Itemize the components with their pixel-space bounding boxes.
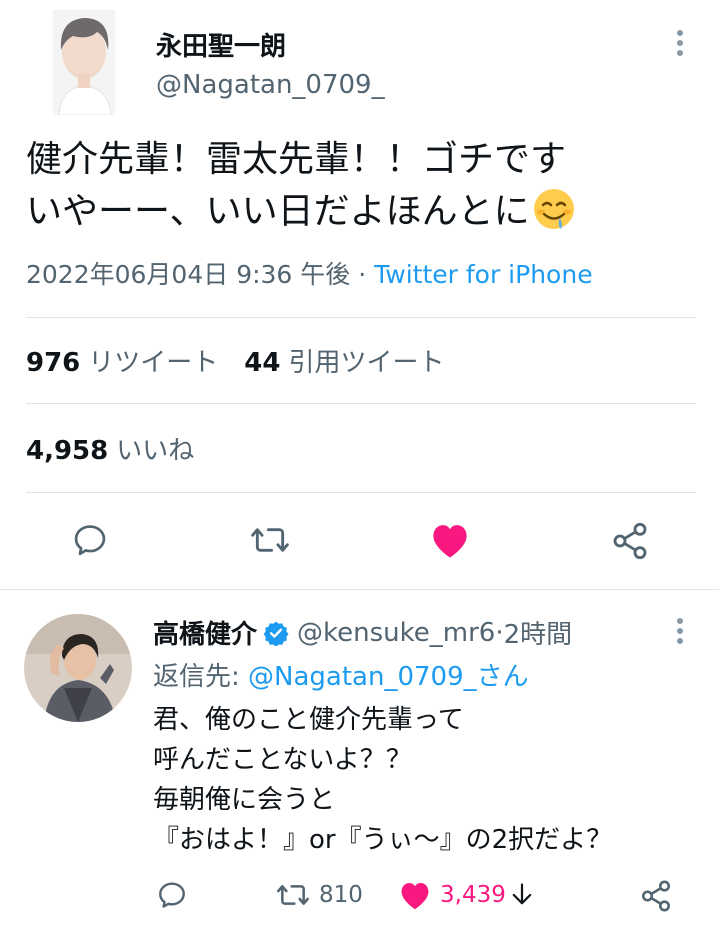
retweets-label: リツイート [88,348,219,378]
heart-icon [401,882,429,910]
share-button[interactable] [610,521,650,561]
reply-retweet-button[interactable]: 810 [275,879,363,911]
reply-author-name[interactable]: 高橋健介 [153,614,257,651]
retweet-stats-row: 976 リツイート 44 引用ツイート [26,342,445,379]
reply-text: 君、俺のこと健介先輩って 呼んだことないよ？？ 毎朝俺に会うと 『おはよ！』or… [153,700,612,860]
author-handle[interactable]: @Nagatan_0709_ [156,70,385,100]
reply-button[interactable] [71,521,109,559]
likes-stats-row: 4,958 いいね [26,430,194,467]
author-name[interactable]: 永田聖一朗 [156,26,286,63]
download-arrow-icon [512,883,532,905]
reply-to-prefix: 返信先: [153,662,249,692]
reply-header: 高橋健介 @kensuke_mr6 · 2時間 [153,614,572,651]
tweet-text-line: いやーー、いい日だよほんとに [26,186,696,238]
reply-to-mention[interactable]: @Nagatan_0709_さん [248,662,529,692]
author-avatar[interactable] [53,10,115,115]
retweet-icon [277,885,309,905]
divider [26,317,696,318]
quotes-label: 引用ツイート [288,348,445,378]
reply-text-line: 『おはよ！』or『うぃ〜』の2択だよ？ [153,825,613,855]
reply-tweet[interactable]: 高橋健介 @kensuke_mr6 · 2時間 返信先: @Nagatan_07… [0,590,719,929]
share-icon [613,522,647,560]
reply-meta-separator: · [495,617,504,648]
tweet-meta: 2022年06月04日 9:36 午後 · Twitter for iPhone [26,255,593,291]
reply-author-handle[interactable]: @kensuke_mr6 [297,618,495,648]
reply-timestamp[interactable]: 2時間 [504,614,573,651]
retweets-count: 976 [26,348,81,378]
reply-retweets-count: 810 [319,882,363,908]
tweet-source-link[interactable]: Twitter for iPhone [374,260,592,289]
tweet-timestamp[interactable]: 2022年06月04日 9:36 午後 [26,260,350,289]
reply-text-line: 毎朝俺に会うと [153,785,336,815]
reply-reply-button[interactable] [156,879,188,911]
reply-text-line: 呼んだことないよ？？ [153,745,412,775]
reply-text-line: 君、俺のこと健介先輩って [153,705,464,735]
divider [26,492,696,493]
reply-like-button[interactable]: 3,439 [398,879,536,911]
retweet-button[interactable] [249,521,291,559]
likes-label: いいね [116,436,195,466]
reply-share-button[interactable] [639,879,673,913]
share-icon [641,880,671,912]
likes-stat[interactable]: 4,958 いいね [26,436,194,466]
like-button[interactable] [429,520,471,560]
quotes-stat[interactable]: 44 引用ツイート [244,348,444,378]
drooling-face-emoji [533,189,574,229]
tweet-text-content: いやーー、いい日だよほんとに [26,191,530,232]
retweet-icon [251,528,289,552]
divider [26,403,696,404]
reply-icon [159,882,185,908]
reply-likes-count: 3,439 [440,882,506,908]
heart-icon [433,525,467,558]
quotes-count: 44 [244,348,281,378]
main-tweet: 永田聖一朗 @Nagatan_0709_ 健介先輩！雷太先輩！！ゴチです いやー… [0,0,719,589]
likes-count: 4,958 [26,436,109,466]
verified-badge-icon [263,621,289,646]
more-options-icon[interactable] [675,618,685,644]
tweet-text: 健介先輩！雷太先輩！！ゴチです いやーー、いい日だよほんとに [26,134,696,238]
retweets-stat[interactable]: 976 リツイート [26,348,218,378]
reply-icon [74,525,106,556]
meta-separator: · [350,260,375,289]
tweet-text-line: 健介先輩！雷太先輩！！ゴチです [26,139,567,180]
reply-to-line: 返信先: @Nagatan_0709_さん [153,656,529,693]
reply-author-avatar[interactable] [24,614,132,722]
more-options-icon[interactable] [675,30,685,56]
